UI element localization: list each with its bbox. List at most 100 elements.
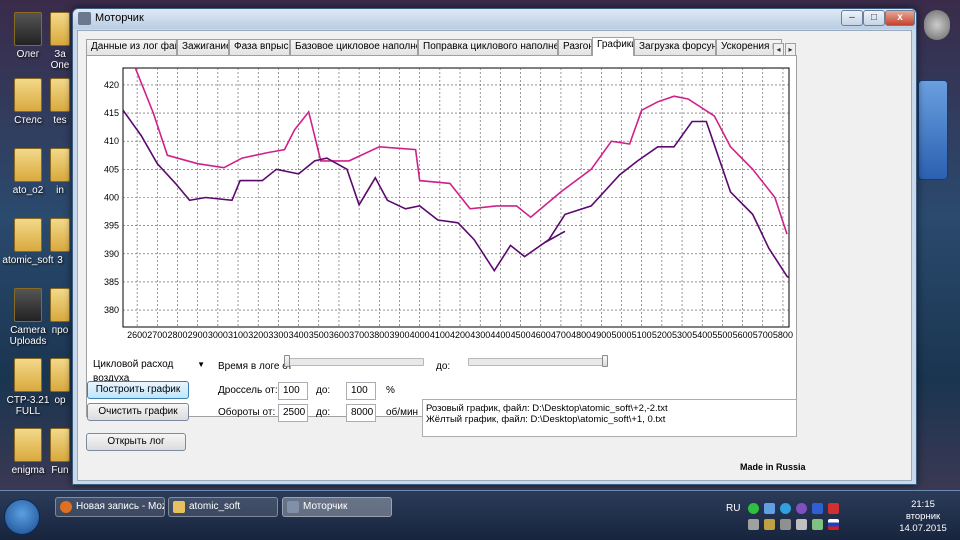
desktop-icon-col2-6[interactable]: Fun [48,428,72,476]
x-tick-label: 4800 [571,330,591,340]
clear-graph-button[interactable]: Очистить график [87,403,189,421]
tab-acceleration[interactable]: Разгон [558,39,592,55]
taskbar-item-label: Моторчик [303,501,348,512]
desktop-icon-label: Fun [51,465,69,476]
rpm-to-label: до: [316,407,331,418]
tray-monitor-icon[interactable] [748,519,759,530]
taskbar-item-label: Новая запись - Mozi... [76,501,165,512]
clock-date: 14.07.2015 [899,523,947,534]
loaded-file-line: Розовый график, файл: D:\Desktop\atomic_… [426,403,668,414]
tab-fill-correction[interactable]: Поправка циклового наполнения [418,39,558,55]
folder-icon [50,288,70,322]
tray-bluetooth-icon[interactable] [812,503,823,514]
desktop-icon-col2-0[interactable]: За Опе [48,12,72,71]
y-tick-label: 380 [104,305,119,315]
clock[interactable]: 21:15 вторник 14.07.2015 [888,499,958,535]
x-tick-label: 3700 [349,330,369,340]
tray-volume-icon[interactable] [796,519,807,530]
folder-icon [14,78,42,112]
taskbar-item-firefox[interactable]: Новая запись - Mozi... [55,497,165,517]
folder-icon [14,428,42,462]
made-in-label: Made in Russia [740,462,806,472]
x-tick-label: 5700 [753,330,773,340]
language-indicator[interactable]: RU [726,503,740,514]
x-tick-label: 5400 [692,330,712,340]
x-tick-label: 4900 [591,330,611,340]
desktop-icon-label: 3 [57,255,63,266]
x-tick-label: 3400 [289,330,309,340]
desktop-icon-col2-3[interactable]: 3 [48,218,72,266]
tray-keyboard-icon[interactable] [780,519,791,530]
rpm-to-field[interactable]: 8000 [346,404,376,422]
camera-folder-icon [14,288,42,322]
y-tick-label: 410 [104,136,119,146]
x-tick-label: 3300 [268,330,288,340]
x-tick-label: 2900 [188,330,208,340]
tray-green-icon[interactable] [748,503,759,514]
gadget-clock-icon[interactable] [924,10,950,40]
maximize-button[interactable]: □ [863,10,885,26]
gadget-panel[interactable] [918,80,948,180]
tab-log-data[interactable]: Данные из лог файла [86,39,177,55]
folder-icon [14,218,42,252]
tab-injection-phase[interactable]: Фаза впрыска [229,39,290,55]
x-tick-label: 5300 [672,330,692,340]
throttle-from-field[interactable]: 100 [278,382,308,400]
x-tick-label: 5200 [652,330,672,340]
clock-weekday: вторник [905,511,941,522]
start-button[interactable] [4,499,40,535]
x-tick-label: 4600 [531,330,551,340]
x-tick-label: 4700 [551,330,571,340]
x-tick-label: 4100 [430,330,450,340]
chart-svg: 380 385 390 395 400 405 410 415 420 2600 2700 2800 2… [104,67,793,340]
title-bar[interactable]: Моторчик – □ x [73,9,916,29]
desktop-icon-label: in [56,185,64,196]
tray-skype-icon[interactable] [780,503,791,514]
folder-icon [50,218,70,252]
throttle-label: Дроссель от: [218,385,278,396]
throttle-to-label: до: [316,385,331,396]
build-graph-button[interactable]: Построить график [87,381,189,399]
close-button[interactable]: x [885,10,915,26]
time-to-slider-thumb[interactable] [602,355,608,367]
throttle-to-field[interactable]: 100 [346,382,376,400]
desktop-icon-col2-5[interactable]: op [48,358,72,406]
loaded-files-box[interactable]: Розовый график, файл: D:\Desktop\atomic_… [422,399,797,437]
app-icon [287,501,299,513]
taskbar-item-motorchik[interactable]: Моторчик [282,497,392,517]
loaded-file-line: Жёлтый график, файл: D:\Desktop\atomic_s… [426,414,666,425]
tab-injector-load[interactable]: Загрузка форсунок [634,39,716,55]
tray-viber-icon[interactable] [796,503,807,514]
desktop-icon-col2-1[interactable]: tes [48,78,72,126]
time-from-slider[interactable] [284,358,424,366]
desktop-icon-label: op [54,395,66,406]
tray-app-icon[interactable] [764,519,775,530]
y-tick-label: 385 [104,277,119,287]
open-log-button[interactable]: Открыть лог [86,433,186,451]
folder-icon [50,428,70,462]
tab-graphs[interactable]: Графики [592,37,634,56]
folder-icon [173,501,185,513]
desktop-icon-label: За Опе [50,49,70,71]
taskbar-item-explorer[interactable]: atomic_soft [168,497,278,517]
y-tick-label: 395 [104,221,119,231]
tab-base-fill[interactable]: Базовое цикловое наполнение [290,39,418,55]
x-tick-label: 5500 [712,330,732,340]
folder-icon [50,12,70,46]
desktop-icon-col2-4[interactable]: про [48,288,72,336]
time-from-slider-thumb[interactable] [284,355,290,367]
app-icon [78,12,91,25]
tray-antivirus-icon[interactable] [828,503,839,514]
x-tick-label: 4400 [490,330,510,340]
tray-flag-icon[interactable] [828,519,839,530]
folder-icon [50,78,70,112]
rpm-from-field[interactable]: 2500 [278,404,308,422]
chart: 380 385 390 395 400 405 410 415 420 2600 2700 2800 2… [91,60,793,351]
minimize-button[interactable]: – [841,10,863,26]
tab-ignition[interactable]: Зажигание [177,39,229,55]
time-to-slider[interactable] [468,358,608,366]
desktop-icon-col2-2[interactable]: in [48,148,72,196]
parameter-select[interactable]: Цикловой расход воздуха ▼ [90,357,208,384]
tray-signal-icon[interactable] [812,519,823,530]
tray-network-icon[interactable] [764,503,775,514]
